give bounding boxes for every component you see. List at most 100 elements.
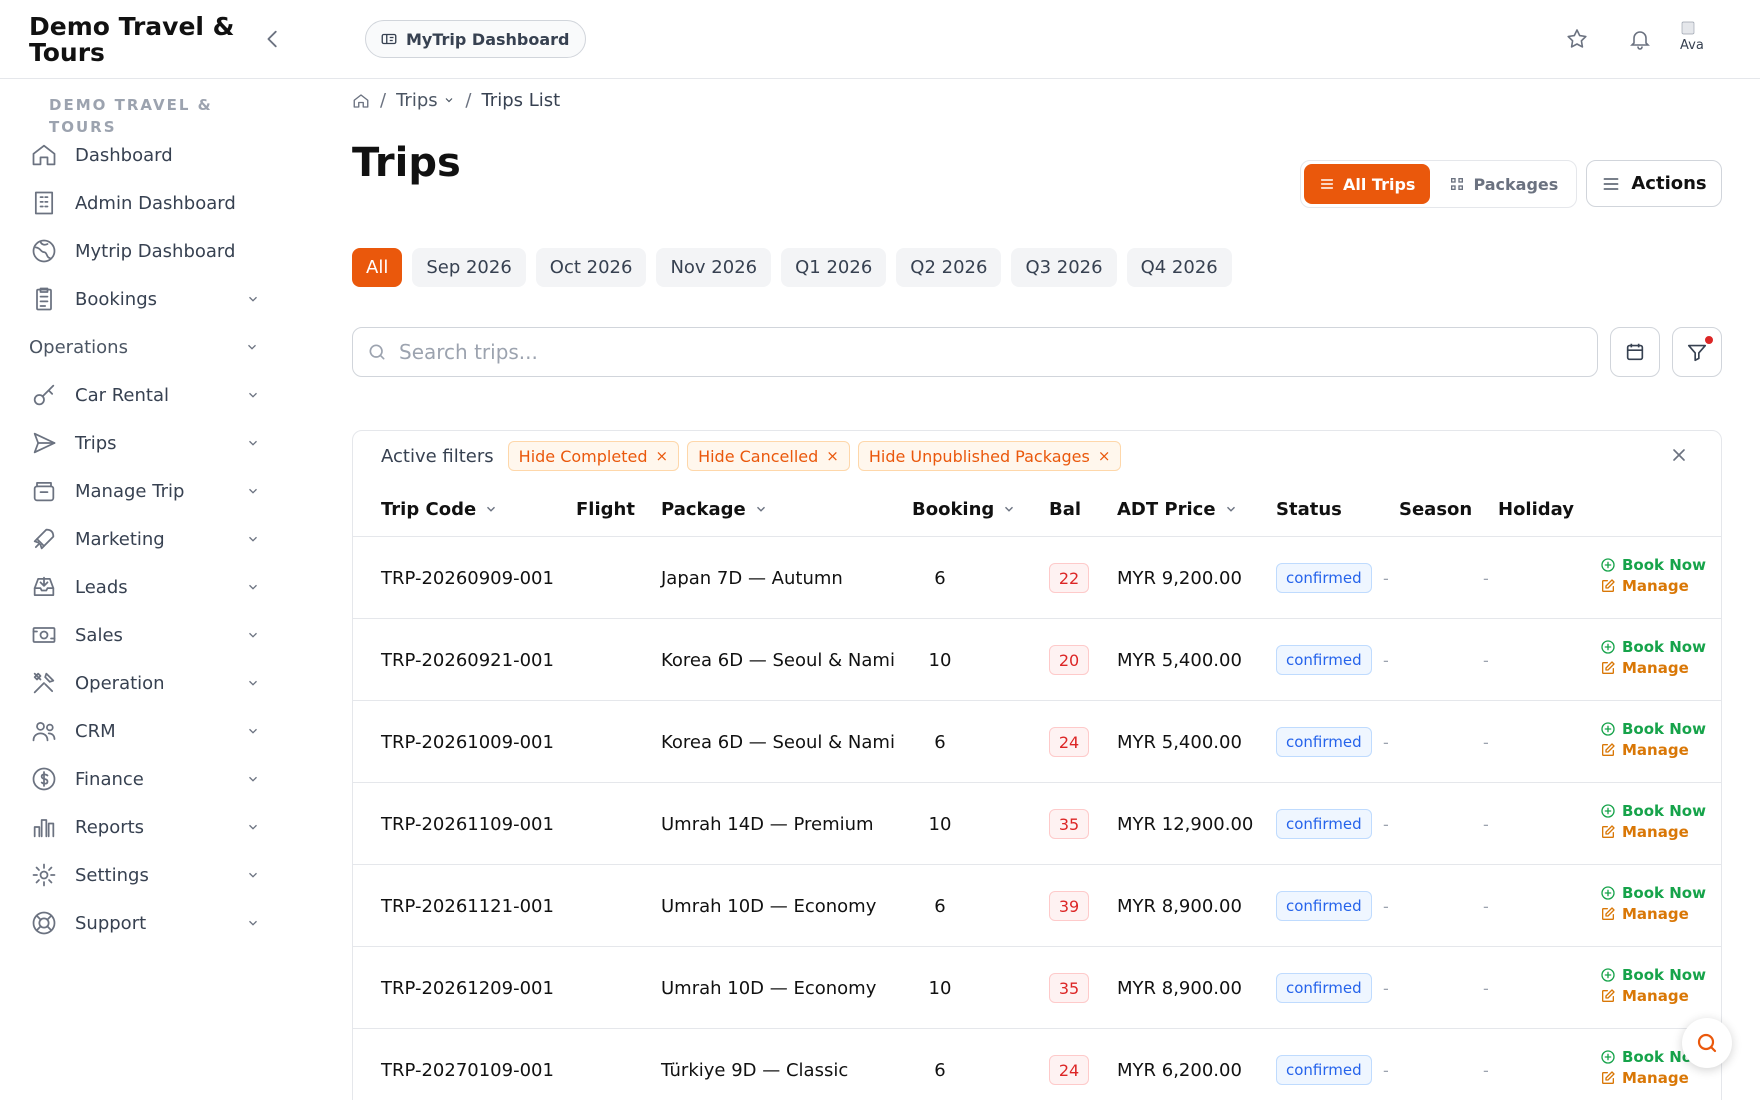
sidebar-item-marketing[interactable]: Marketing — [30, 519, 270, 559]
sidebar-item-car-rental[interactable]: Car Rental — [30, 375, 270, 415]
actions-button[interactable]: Actions — [1586, 160, 1722, 207]
remove-filter-icon[interactable]: × — [826, 447, 839, 465]
breadcrumb-trips[interactable]: Trips — [396, 90, 455, 111]
chevron-down-icon — [249, 584, 257, 590]
sidebar-item-label: Reports — [75, 816, 145, 838]
sidebar-item-trips[interactable]: Trips — [30, 423, 270, 463]
book-now-button[interactable]: Book Now — [1600, 966, 1706, 984]
remove-filter-icon[interactable]: × — [1098, 447, 1111, 465]
trip-code[interactable]: TRP-20261009-001 — [381, 701, 554, 783]
search-input[interactable] — [399, 340, 1549, 364]
manage-button[interactable]: Manage — [1600, 577, 1706, 595]
sidebar-item-bookings[interactable]: Bookings — [30, 279, 270, 319]
col-season: Season — [1399, 498, 1473, 520]
package-name: Korea 6D — Seoul & Nami — [661, 731, 895, 753]
remove-filter-icon[interactable]: × — [655, 447, 668, 465]
trip-code[interactable]: TRP-20261209-001 — [381, 947, 554, 1029]
manage-button[interactable]: Manage — [1600, 741, 1706, 759]
sidebar-item-manage-trip[interactable]: Manage Trip — [30, 471, 270, 511]
table-row[interactable]: TRP-20270109-001 Türkiye 9D — Classic 6 24 M… — [353, 1029, 1721, 1100]
bell-icon[interactable] — [1628, 27, 1652, 51]
status-badge: confirmed — [1276, 563, 1372, 593]
close-icon[interactable] — [1669, 445, 1689, 465]
period-chip[interactable]: Q3 2026 — [1011, 248, 1117, 287]
sidebar-item-label: Marketing — [75, 528, 165, 550]
sidebar-item-finance[interactable]: Finance — [30, 759, 270, 799]
calendar-button[interactable] — [1610, 327, 1660, 377]
book-now-button[interactable]: Book Now — [1600, 556, 1706, 574]
table-row[interactable]: TRP-20261121-001 Umrah 10D — Economy 6 39 MY… — [353, 865, 1721, 947]
period-chip[interactable]: Q1 2026 — [781, 248, 887, 287]
building-icon — [34, 191, 54, 215]
star-icon[interactable] — [1565, 27, 1589, 51]
collapse-sidebar-icon[interactable] — [262, 28, 284, 50]
sidebar-item-label: Trips — [75, 432, 117, 454]
period-chip[interactable]: Q4 2026 — [1126, 248, 1232, 287]
trip-code[interactable]: TRP-20261109-001 — [381, 783, 554, 865]
book-now-button[interactable]: Book Now — [1600, 802, 1706, 820]
trips-table-panel: Active filters Hide Completed × Hide Cance… — [352, 430, 1722, 1100]
sidebar-item-reports[interactable]: Reports — [30, 807, 270, 847]
sidebar-item-label: Car Rental — [75, 384, 169, 406]
avatar[interactable]: Ava — [1680, 20, 1718, 58]
sidebar-item-label: Support — [75, 912, 147, 934]
sidebar-item-leads[interactable]: Leads — [30, 567, 270, 607]
sidebar-item-support[interactable]: Support — [30, 903, 270, 943]
table-row[interactable]: TRP-20260909-001 Japan 7D — Autumn 6 22 MYR … — [353, 537, 1721, 619]
period-chip[interactable]: Nov 2026 — [656, 248, 772, 287]
sidebar-item-admin-dashboard[interactable]: Admin Dashboard — [30, 183, 270, 223]
sidebar-item-mytrip-dashboard[interactable]: Mytrip Dashboard — [30, 231, 270, 271]
table-row[interactable]: TRP-20260921-001 Korea 6D — Seoul & Nami 1… — [353, 619, 1721, 701]
adt-price: MYR 8,900.00 — [1117, 977, 1242, 999]
filter-button[interactable] — [1672, 327, 1722, 377]
manage-button[interactable]: Manage — [1600, 823, 1706, 841]
active-filters-bar: Active filters Hide Completed × Hide Cance… — [353, 431, 1721, 481]
table-row[interactable]: TRP-20261209-001 Umrah 10D — Economy 10 35 M… — [353, 947, 1721, 1029]
filter-tag[interactable]: Hide Unpublished Packages × — [857, 441, 1122, 471]
search-icon — [1697, 1033, 1717, 1053]
view-all-trips-button[interactable]: All Trips — [1304, 164, 1431, 204]
trip-code[interactable]: TRP-20261121-001 — [381, 865, 554, 947]
floating-search-button[interactable] — [1682, 1018, 1732, 1068]
book-now-button[interactable]: Book Now — [1600, 884, 1706, 902]
manage-button[interactable]: Manage — [1600, 659, 1706, 677]
col-booking[interactable]: Booking — [912, 481, 1016, 537]
period-chip[interactable]: Q2 2026 — [896, 248, 1002, 287]
filter-tag[interactable]: Hide Cancelled × — [687, 441, 850, 471]
sidebar-item-operation[interactable]: Operation — [30, 663, 270, 703]
filter-icon — [1687, 344, 1707, 362]
trip-code[interactable]: TRP-20270109-001 — [381, 1029, 554, 1100]
home-icon[interactable] — [352, 92, 370, 110]
manage-button[interactable]: Manage — [1600, 905, 1706, 923]
brand-name[interactable]: Demo Travel & Tours — [29, 14, 239, 66]
mytrip-dashboard-button[interactable]: MyTrip Dashboard — [365, 20, 587, 58]
col-package[interactable]: Package — [661, 481, 768, 537]
period-chip[interactable]: All — [352, 248, 403, 287]
sidebar-item-dashboard[interactable]: Dashboard — [30, 135, 270, 175]
sidebar-item-crm[interactable]: CRM — [30, 711, 270, 751]
sidebar-item-settings[interactable]: Settings — [30, 855, 270, 895]
book-now-button[interactable]: Book Now — [1600, 638, 1706, 656]
filter-tag[interactable]: Hide Completed × — [507, 441, 680, 471]
table-row[interactable]: TRP-20261009-001 Korea 6D — Seoul & Nami 6… — [353, 701, 1721, 783]
manage-button[interactable]: Manage — [1600, 987, 1706, 1005]
plus-circle-icon — [1601, 886, 1615, 900]
period-chip[interactable]: Sep 2026 — [412, 248, 526, 287]
manage-button[interactable]: Manage — [1600, 1069, 1706, 1087]
trip-code[interactable]: TRP-20260921-001 — [381, 619, 554, 701]
top-bar: Demo Travel & Tours MyTrip Dashboard Ava — [0, 0, 1760, 79]
table-row[interactable]: TRP-20261109-001 Umrah 14D — Premium 10 35 M… — [353, 783, 1721, 865]
view-packages-button[interactable]: Packages — [1434, 164, 1573, 204]
holiday-value: - — [1483, 568, 1489, 588]
booking-count: 6 — [934, 895, 946, 917]
book-now-button[interactable]: Book Now — [1600, 720, 1706, 738]
trip-code[interactable]: TRP-20260909-001 — [381, 537, 554, 619]
sidebar-item-sales[interactable]: Sales — [30, 615, 270, 655]
package-name: Japan 7D — Autumn — [661, 567, 843, 589]
col-trip-code[interactable]: Trip Code — [381, 481, 498, 537]
period-chip[interactable]: Oct 2026 — [535, 248, 647, 287]
edit-icon — [1602, 989, 1615, 1002]
lifebuoy-icon — [32, 911, 56, 935]
col-adt-price[interactable]: ADT Price — [1117, 481, 1238, 537]
sidebar-item-operations[interactable]: Operations — [29, 327, 269, 367]
